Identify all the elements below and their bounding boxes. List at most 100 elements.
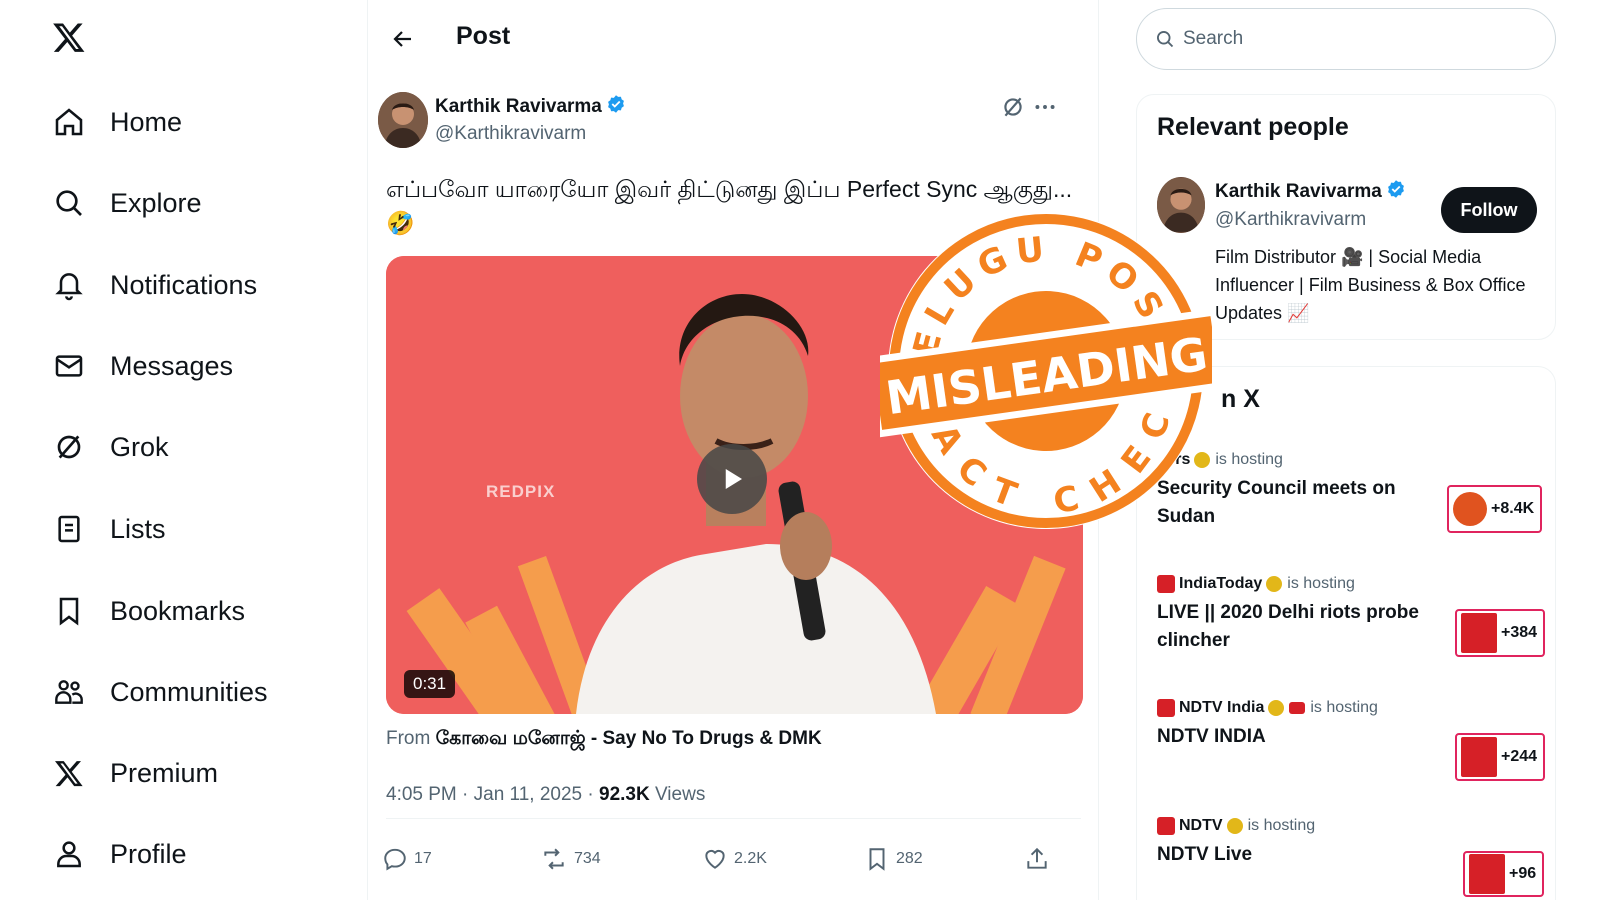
author-name-line[interactable]: Karthik Ravivarma <box>435 94 626 120</box>
space-host: NDTV India is hosting <box>1157 699 1378 717</box>
sidebar: Home Explore Notifications Messages Grok… <box>0 0 368 900</box>
sidebar-item-bookmarks[interactable]: Bookmarks <box>52 586 245 636</box>
host-name: ters <box>1161 451 1191 468</box>
sidebar-item-label: Messages <box>110 350 234 381</box>
divider <box>386 818 1081 819</box>
search-icon <box>1157 31 1174 48</box>
indiatoday-logo-icon <box>1157 575 1175 593</box>
sidebar-item-label: Lists <box>110 513 166 544</box>
sidebar-item-profile[interactable]: Profile <box>52 829 187 879</box>
search-icon <box>52 186 86 220</box>
person-name[interactable]: Karthik Ravivarma <box>1215 181 1382 202</box>
reply-button[interactable]: 17 <box>382 846 432 872</box>
verified-gold-icon <box>1226 818 1243 834</box>
search-box[interactable] <box>1136 8 1556 70</box>
verified-badge-icon <box>1386 179 1406 205</box>
listener-count: +244 <box>1501 748 1538 765</box>
hosting-label: is hosting <box>1310 699 1378 716</box>
space-item[interactable]: IndiaToday is hosting LIVE || 2020 Delhi … <box>1137 575 1557 671</box>
sidebar-item-label: Profile <box>110 838 187 869</box>
views-count: 92.3K <box>599 784 650 805</box>
people-icon <box>52 675 86 709</box>
sidebar-item-label: Home <box>110 106 183 137</box>
right-sidebar: Relevant people Karthik Ravivarma @Karth… <box>1100 0 1600 900</box>
space-host: ters is hosting <box>1157 451 1283 469</box>
sidebar-item-label: Grok <box>110 431 169 462</box>
sidebar-item-label: Bookmarks <box>110 595 246 626</box>
repost-button[interactable]: 734 <box>540 846 601 872</box>
ndtv-logo-icon <box>1157 699 1175 717</box>
host-name: NDTV India <box>1179 699 1265 716</box>
repost-count: 734 <box>574 850 601 867</box>
listener-count-badge: +384 <box>1455 609 1546 657</box>
space-item[interactable]: NDTV is hosting NDTV Live +96 <box>1137 817 1557 900</box>
space-host: IndiaToday is hosting <box>1157 575 1355 593</box>
video-duration: 0:31 <box>404 670 456 698</box>
sidebar-item-explore[interactable]: Explore <box>52 178 202 228</box>
person-name-line[interactable]: Karthik Ravivarma <box>1215 179 1406 205</box>
sidebar-item-lists[interactable]: Lists <box>52 504 166 554</box>
hosting-label: is hosting <box>1247 817 1316 834</box>
heart-icon <box>705 849 725 869</box>
sidebar-item-communities[interactable]: Communities <box>52 667 268 717</box>
play-button[interactable] <box>697 444 767 514</box>
video-watermark: REDPIX <box>486 482 556 501</box>
post-text: எப்பவோ யாரையோ இவர் திட்டுனது இப்ப Perfec… <box>386 172 1086 240</box>
listener-avatar <box>1461 737 1497 777</box>
back-button[interactable] <box>386 22 420 56</box>
bookmark-icon <box>869 848 885 871</box>
hosting-label: is hosting <box>1287 575 1355 592</box>
author-handle[interactable]: @Karthikravivarm <box>435 123 586 145</box>
space-title: NDTV Live <box>1157 844 1253 865</box>
sidebar-item-messages[interactable]: Messages <box>52 341 233 391</box>
author-name[interactable]: Karthik Ravivarma <box>435 96 602 117</box>
follow-button[interactable]: Follow <box>1441 187 1537 233</box>
x-logo-icon[interactable] <box>52 18 92 62</box>
repost-icon <box>544 848 564 870</box>
grok-explain-button[interactable] <box>1000 94 1026 120</box>
source-name[interactable]: கோவை மனோஜ் - Say No To Drugs & DMK <box>436 728 822 749</box>
grok-icon <box>1004 97 1022 117</box>
more-icon <box>1035 105 1055 109</box>
bell-icon <box>52 268 86 302</box>
sidebar-item-label: Explore <box>110 187 202 218</box>
verified-badge-icon <box>606 94 626 120</box>
sidebar-item-notifications[interactable]: Notifications <box>52 260 257 310</box>
bookmark-button[interactable]: 282 <box>864 846 923 872</box>
sidebar-item-grok[interactable]: Grok <box>52 422 169 472</box>
x-logo-icon <box>52 756 86 790</box>
post-body: எப்பவோ யாரையோ இவர் திட்டுனது இப்ப Perfec… <box>386 176 1073 202</box>
search-input[interactable] <box>1183 28 1523 50</box>
space-host: NDTV is hosting <box>1157 817 1315 835</box>
relevant-people-title: Relevant people <box>1157 113 1349 141</box>
avatar[interactable] <box>1157 177 1205 233</box>
person-bio: Film Distributor 🎥 | Social Media Influe… <box>1215 247 1526 323</box>
post-meta: 4:05 PM · Jan 11, 2025 · 92.3K Views <box>386 784 705 806</box>
more-options-button[interactable] <box>1032 94 1058 120</box>
space-item[interactable]: NDTV India is hosting NDTV INDIA +244 <box>1137 699 1557 795</box>
space-item[interactable]: ters is hosting Security Council meets on… <box>1137 451 1557 547</box>
person-icon <box>52 837 86 871</box>
relevant-people-card: Relevant people Karthik Ravivarma @Karth… <box>1136 94 1556 340</box>
listener-avatar <box>1461 613 1497 653</box>
grok-icon <box>52 430 86 464</box>
video-player[interactable]: REDPIX 0:31 <box>386 256 1083 714</box>
listener-count-badge: +8.4K <box>1447 485 1543 533</box>
avatar[interactable] <box>378 92 428 148</box>
views-label: Views <box>649 784 706 805</box>
bookmark-count: 282 <box>896 850 923 867</box>
sidebar-item-premium[interactable]: Premium <box>52 748 218 798</box>
listener-count-badge: +96 <box>1463 851 1545 897</box>
sidebar-item-home[interactable]: Home <box>52 97 182 147</box>
like-button[interactable]: 2.2K <box>702 846 767 872</box>
share-button[interactable] <box>1024 846 1050 872</box>
flag-icon <box>1289 702 1306 714</box>
post-timestamp[interactable]: 4:05 PM · Jan 11, 2025 · <box>386 784 599 805</box>
person-handle[interactable]: @Karthikravivarm <box>1215 209 1366 231</box>
host-name: NDTV <box>1179 817 1223 834</box>
space-title: Security Council meets on Sudan <box>1157 478 1396 527</box>
sidebar-item-label: Notifications <box>110 269 258 300</box>
home-icon <box>52 105 86 139</box>
source-prefix: From <box>386 728 431 749</box>
listener-avatar <box>1453 492 1487 526</box>
